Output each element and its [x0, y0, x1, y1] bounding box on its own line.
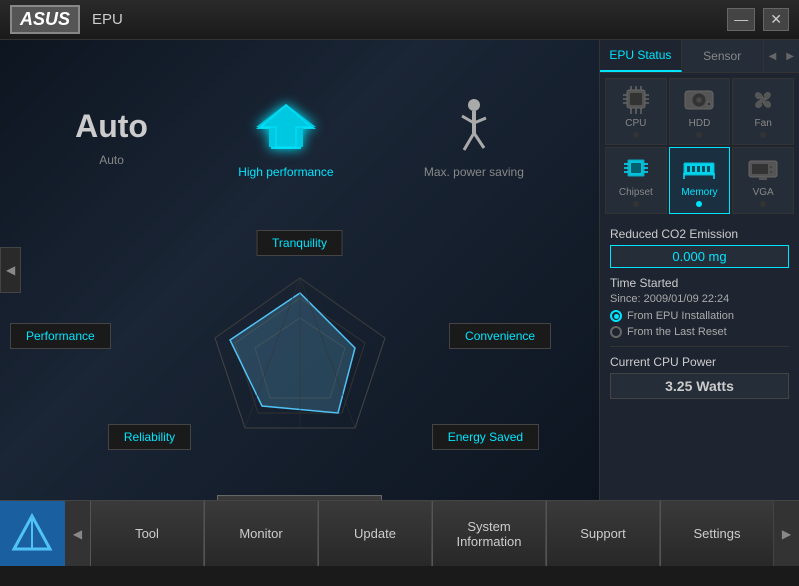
memory-label: Memory — [681, 187, 717, 198]
walk-icon — [449, 97, 499, 157]
nav-system-info-button[interactable]: SystemInformation — [432, 501, 546, 566]
fan-label: Fan — [755, 118, 772, 129]
right-panel: EPU Status Sensor ◀ ▶ — [599, 40, 799, 500]
nav-arrow-left[interactable]: ◀ — [65, 501, 90, 566]
radio-reset-label: From the Last Reset — [627, 326, 727, 338]
chipset-label: Chipset — [619, 187, 653, 198]
configurations-button[interactable]: Configurations — [217, 495, 383, 500]
tab-sensor[interactable]: Sensor — [682, 41, 764, 71]
cpu-icon — [618, 85, 654, 115]
mode-selector: Auto Auto High performance — [0, 40, 599, 225]
mode-auto-text: Auto — [75, 108, 148, 145]
hdd-dot — [696, 132, 702, 138]
asus-logo: ASUS — [10, 5, 80, 34]
bottom-nav: ◀ Tool Monitor Update SystemInformation … — [0, 500, 799, 565]
config-btn-container: Configurations — [0, 495, 599, 500]
radar-area: Tranquility Performance Reliability Ener… — [0, 225, 599, 490]
mode-auto[interactable]: Auto Auto — [75, 108, 148, 167]
co2-title: Reduced CO2 Emission — [610, 227, 789, 241]
radio-from-reset[interactable]: From the Last Reset — [610, 326, 789, 338]
hdd-label: HDD — [689, 118, 711, 129]
nav-tool-button[interactable]: Tool — [90, 501, 204, 566]
memory-dot — [696, 201, 702, 207]
mode-high-performance-label: High performance — [238, 165, 333, 179]
time-since: Since: 2009/01/09 22:24 — [610, 293, 789, 305]
label-performance: Performance — [10, 323, 111, 349]
minimize-button[interactable]: — — [727, 8, 755, 31]
radio-from-epu[interactable]: From EPU Installation — [610, 310, 789, 322]
hdd-icon — [681, 85, 717, 115]
nav-support-button[interactable]: Support — [546, 501, 660, 566]
nav-logo — [0, 501, 65, 566]
label-tranquility: Tranquility — [256, 230, 343, 256]
status-icons-grid: CPU HDD — [600, 73, 799, 219]
app-title: EPU — [92, 11, 727, 28]
cpu-dot — [633, 132, 639, 138]
radar-labels: Tranquility Performance Reliability Ener… — [0, 225, 599, 490]
radio-epu-circle — [610, 310, 622, 322]
label-convenience: Convenience — [449, 323, 551, 349]
divider — [610, 346, 789, 347]
vga-label: VGA — [753, 187, 774, 198]
mode-max-saving-label: Max. power saving — [424, 165, 524, 179]
status-icon-hdd[interactable]: HDD — [669, 78, 731, 145]
tab-arrow-left[interactable]: ◀ — [764, 43, 782, 70]
main-container: ◀ Auto Auto High performance — [0, 40, 799, 500]
status-icon-vga[interactable]: VGA — [732, 147, 794, 214]
mode-max-saving[interactable]: Max. power saving — [424, 97, 524, 179]
tab-arrow-right[interactable]: ▶ — [781, 43, 799, 70]
vga-dot — [760, 201, 766, 207]
radio-epu-label: From EPU Installation — [627, 310, 734, 322]
tab-epu-status[interactable]: EPU Status — [600, 40, 682, 72]
left-panel: ◀ Auto Auto High performance — [0, 40, 599, 500]
status-icon-fan[interactable]: Fan — [732, 78, 794, 145]
status-icon-cpu[interactable]: CPU — [605, 78, 667, 145]
nav-settings-button[interactable]: Settings — [660, 501, 774, 566]
mode-high-performance[interactable]: High performance — [238, 97, 333, 179]
right-panel-info: Reduced CO2 Emission 0.000 mg Time Start… — [600, 219, 799, 500]
right-tabs: EPU Status Sensor ◀ ▶ — [600, 40, 799, 73]
title-bar: ASUS EPU — ✕ — [0, 0, 799, 40]
nav-arrow-right[interactable]: ▶ — [774, 501, 799, 566]
mode-auto-label: Auto — [99, 153, 124, 167]
radio-reset-circle — [610, 326, 622, 338]
time-started-title: Time Started — [610, 276, 789, 290]
chipset-icon — [618, 154, 654, 184]
cpu-label: CPU — [625, 118, 646, 129]
fan-icon — [745, 85, 781, 115]
close-button[interactable]: ✕ — [763, 8, 789, 31]
co2-value: 0.000 mg — [610, 245, 789, 268]
nav-update-button[interactable]: Update — [318, 501, 432, 566]
status-icon-chipset[interactable]: Chipset — [605, 147, 667, 214]
chipset-dot — [633, 201, 639, 207]
cpu-power-title: Current CPU Power — [610, 355, 789, 369]
status-icon-memory[interactable]: Memory — [669, 147, 731, 214]
nav-monitor-button[interactable]: Monitor — [204, 501, 318, 566]
label-reliability: Reliability — [108, 424, 191, 450]
fan-dot — [760, 132, 766, 138]
label-energy-saved: Energy Saved — [432, 424, 539, 450]
cpu-power-value: 3.25 Watts — [610, 373, 789, 399]
memory-icon — [681, 154, 717, 184]
window-controls: — ✕ — [727, 8, 789, 31]
vga-icon — [745, 154, 781, 184]
plane-icon — [251, 97, 321, 157]
nav-buttons: Tool Monitor Update SystemInformation Su… — [90, 501, 774, 566]
